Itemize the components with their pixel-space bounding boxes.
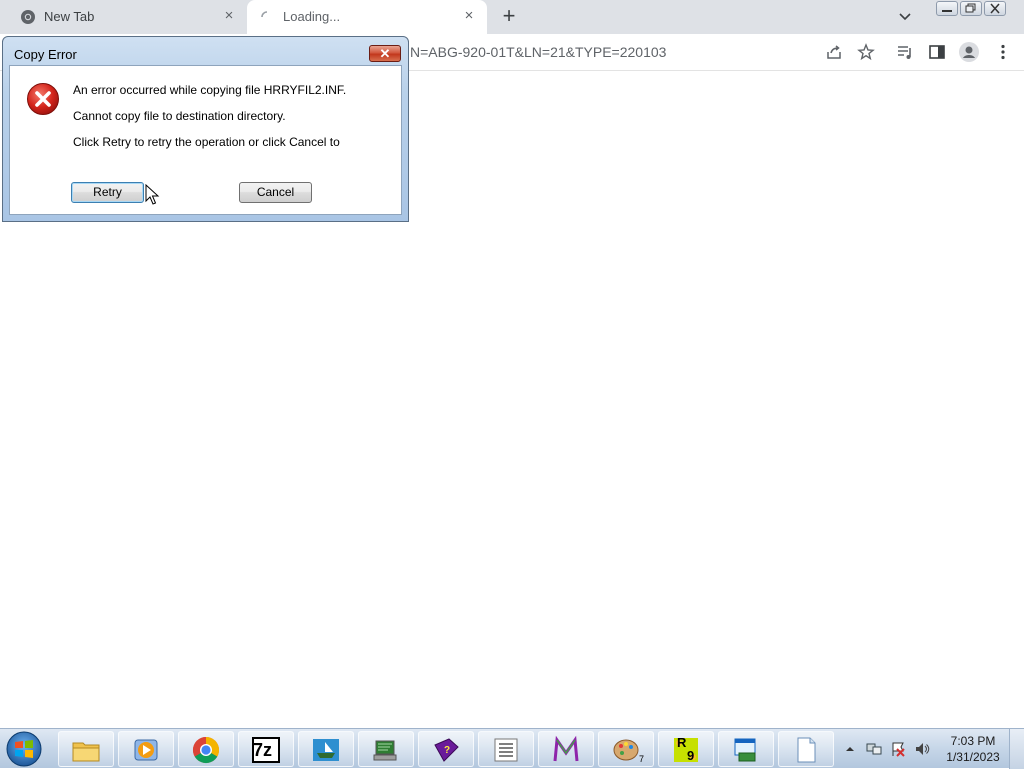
r9-bottom-label: 9 — [687, 748, 695, 763]
error-message-line-1: An error occurred while copying file HRR… — [73, 83, 347, 97]
loading-spinner-icon — [261, 11, 268, 18]
taskbar-help-book[interactable]: ? — [418, 731, 474, 767]
chrome-icon — [192, 736, 220, 764]
list-icon — [494, 738, 518, 762]
taskbar-network-app[interactable] — [358, 731, 414, 767]
retry-button[interactable]: Retry — [71, 182, 144, 203]
more-options-icon[interactable] — [994, 43, 1012, 61]
address-bar-url[interactable]: N=ABG-920-01T&LN=21&TYPE=220103 — [410, 44, 666, 60]
taskbar: 7z ? 7 R 9 7:03 PM 1/31/2023 — [0, 728, 1024, 769]
dialog-title: Copy Error — [14, 47, 77, 62]
chrome-icon — [21, 10, 35, 24]
system-tray — [842, 729, 942, 769]
help-book-icon: ? — [434, 738, 459, 762]
taskbar-blank-document[interactable] — [778, 731, 834, 767]
bookmark-star-icon[interactable] — [857, 43, 875, 61]
network-computer-icon — [373, 740, 397, 761]
error-message-line-3: Click Retry to retry the operation or cl… — [73, 135, 340, 149]
svg-text:?: ? — [444, 745, 450, 756]
window-controls — [936, 1, 1006, 16]
mouse-cursor-icon — [145, 184, 160, 205]
minimize-button[interactable] — [936, 1, 958, 16]
document-icon — [797, 737, 816, 763]
paint-count-badge: 7 — [639, 754, 645, 764]
system-clock[interactable]: 7:03 PM 1/31/2023 — [940, 733, 1006, 765]
ship-icon — [313, 739, 339, 761]
r9-top-label: R — [677, 735, 687, 750]
new-tab-button[interactable]: + — [498, 5, 520, 27]
network-icon[interactable] — [866, 741, 882, 757]
taskbar-m-app[interactable] — [538, 731, 594, 767]
taskbar-r9-app[interactable]: R 9 — [658, 731, 714, 767]
copy-error-dialog: Copy Error ✕ An error occurred while cop… — [2, 36, 409, 222]
profile-avatar-icon[interactable] — [959, 42, 979, 62]
taskbar-ship-app[interactable] — [298, 731, 354, 767]
restore-button[interactable] — [960, 1, 982, 16]
minimize-icon — [942, 10, 952, 12]
close-icon — [990, 3, 1000, 14]
clock-time: 7:03 PM — [950, 734, 996, 748]
media-queue-icon[interactable] — [896, 43, 914, 61]
taskbar-installer-app[interactable] — [718, 731, 774, 767]
close-window-button[interactable] — [984, 1, 1006, 16]
side-panel-icon[interactable] — [928, 43, 946, 61]
error-message-line-2: Cannot copy file to destination director… — [73, 109, 286, 123]
installer-icon — [734, 738, 756, 762]
tab-close-icon[interactable]: × — [461, 8, 477, 24]
show-desktop-button[interactable] — [1009, 729, 1024, 769]
dialog-close-button[interactable]: ✕ — [369, 45, 401, 62]
error-icon — [27, 83, 59, 115]
chevron-down-icon[interactable] — [896, 8, 914, 26]
action-center-flag-icon[interactable] — [890, 741, 906, 757]
7zip-badge: 7z — [253, 740, 273, 760]
taskbar-paint-app[interactable]: 7 — [598, 731, 654, 767]
volume-icon[interactable] — [914, 741, 930, 757]
tab-title: New Tab — [44, 9, 95, 24]
dialog-body: An error occurred while copying file HRR… — [9, 65, 402, 215]
tab-loading[interactable]: Loading... × — [247, 0, 487, 34]
taskbar-7zip[interactable]: 7z — [238, 731, 294, 767]
taskbar-file-explorer[interactable] — [58, 731, 114, 767]
taskbar-chrome[interactable] — [178, 731, 234, 767]
media-player-icon — [134, 739, 158, 761]
start-button-icon[interactable] — [4, 730, 44, 768]
tab-title: Loading... — [283, 9, 341, 24]
tab-new-tab[interactable]: New Tab × — [0, 0, 247, 34]
cancel-button[interactable]: Cancel — [239, 182, 312, 203]
show-hidden-icons-icon[interactable] — [844, 741, 856, 757]
taskbar-media-player[interactable] — [118, 731, 174, 767]
tab-close-icon[interactable]: × — [221, 8, 237, 24]
paint-palette-icon — [613, 739, 639, 761]
clock-date: 1/31/2023 — [946, 750, 1000, 764]
share-icon[interactable] — [825, 43, 843, 61]
browser-tab-strip: New Tab × Loading... × + — [0, 0, 1024, 34]
restore-icon — [965, 3, 976, 13]
folder-icon — [72, 742, 100, 762]
taskbar-list-app[interactable] — [478, 731, 534, 767]
m-logo-icon — [553, 735, 579, 762]
